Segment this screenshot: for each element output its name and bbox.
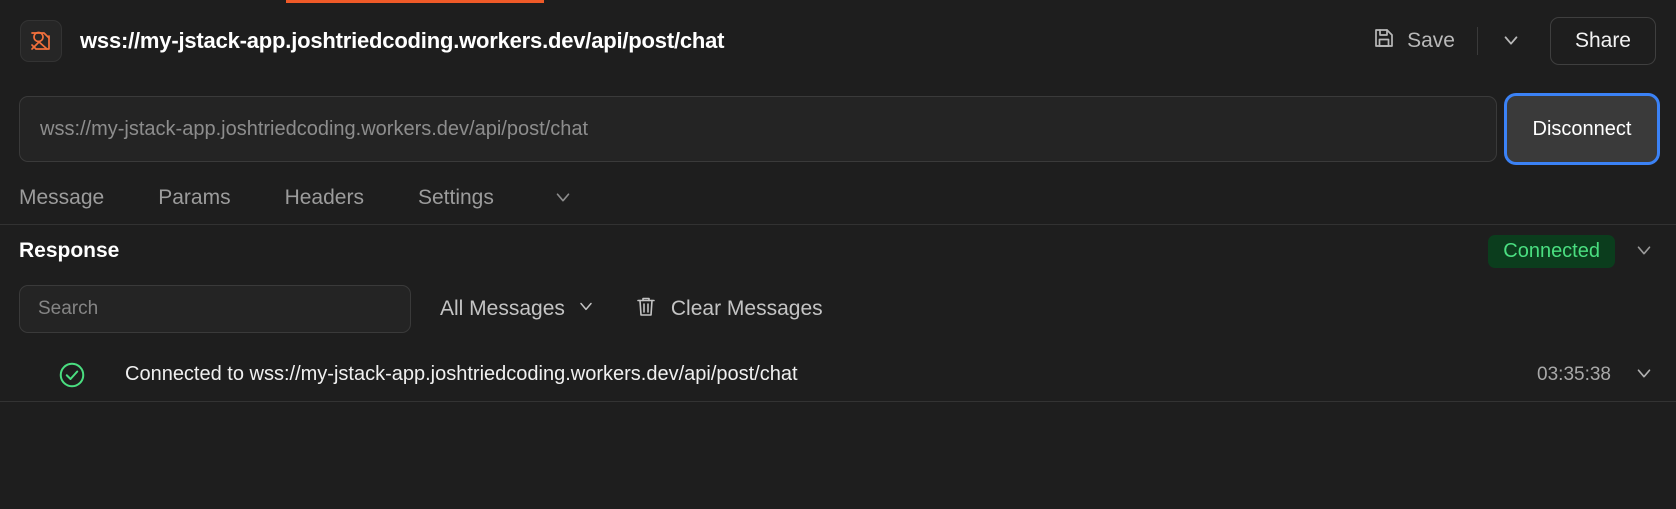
response-header: Response Connected bbox=[0, 227, 1676, 275]
page-title: wss://my-jstack-app.joshtriedcoding.work… bbox=[80, 28, 725, 53]
tabs-overflow-button[interactable] bbox=[548, 182, 578, 215]
message-row-meta: 03:35:38 bbox=[1537, 360, 1657, 389]
tab-params[interactable]: Params bbox=[158, 180, 230, 216]
response-collapse-button[interactable] bbox=[1631, 237, 1657, 266]
message-list: Connected to wss://my-jstack-app.joshtri… bbox=[0, 348, 1676, 402]
websocket-url-input[interactable] bbox=[19, 96, 1497, 162]
chevron-down-icon bbox=[552, 186, 574, 211]
response-toolbar: All Messages Clear Messages bbox=[0, 282, 1676, 336]
clear-messages-button[interactable]: Clear Messages bbox=[634, 294, 823, 324]
save-button[interactable]: Save bbox=[1360, 18, 1467, 64]
message-text: Connected to wss://my-jstack-app.joshtri… bbox=[125, 363, 798, 385]
tab-headers[interactable]: Headers bbox=[285, 180, 364, 216]
clear-messages-label: Clear Messages bbox=[670, 297, 823, 320]
websocket-client-window: wss://my-jstack-app.joshtriedcoding.work… bbox=[0, 0, 1676, 509]
tab-message[interactable]: Message bbox=[19, 180, 104, 216]
chevron-down-icon bbox=[576, 296, 596, 322]
tab-settings[interactable]: Settings bbox=[418, 180, 494, 216]
search-input[interactable] bbox=[19, 285, 411, 333]
table-row[interactable]: Connected to wss://my-jstack-app.joshtri… bbox=[0, 348, 1676, 402]
circle-check-icon bbox=[57, 360, 87, 390]
connection-bar: Disconnect bbox=[0, 89, 1676, 169]
floppy-disk-icon bbox=[1372, 26, 1396, 56]
share-button[interactable]: Share bbox=[1549, 17, 1656, 65]
save-button-label: Save bbox=[1407, 29, 1455, 52]
trash-icon bbox=[634, 294, 658, 324]
chevron-down-icon bbox=[1633, 239, 1655, 264]
response-header-actions: Connected bbox=[1488, 234, 1657, 268]
response-title: Response bbox=[19, 239, 120, 262]
message-filter-label: All Messages bbox=[440, 297, 565, 320]
save-menu-button[interactable] bbox=[1488, 23, 1534, 60]
title-bar-actions: Save Share bbox=[1360, 17, 1656, 65]
request-tabs: Message Params Headers Settings bbox=[0, 172, 1676, 225]
message-expand-button[interactable] bbox=[1631, 360, 1657, 389]
disconnect-button[interactable]: Disconnect bbox=[1507, 96, 1657, 162]
title-bar: wss://my-jstack-app.joshtriedcoding.work… bbox=[0, 3, 1676, 79]
chevron-down-icon bbox=[1500, 29, 1522, 54]
chevron-down-icon bbox=[1633, 362, 1655, 387]
toolbar-divider bbox=[1476, 27, 1478, 55]
message-filter-dropdown[interactable]: All Messages bbox=[440, 296, 596, 322]
message-timestamp: 03:35:38 bbox=[1537, 363, 1611, 385]
status-badge: Connected bbox=[1488, 234, 1615, 268]
websocket-app-icon bbox=[20, 20, 62, 62]
